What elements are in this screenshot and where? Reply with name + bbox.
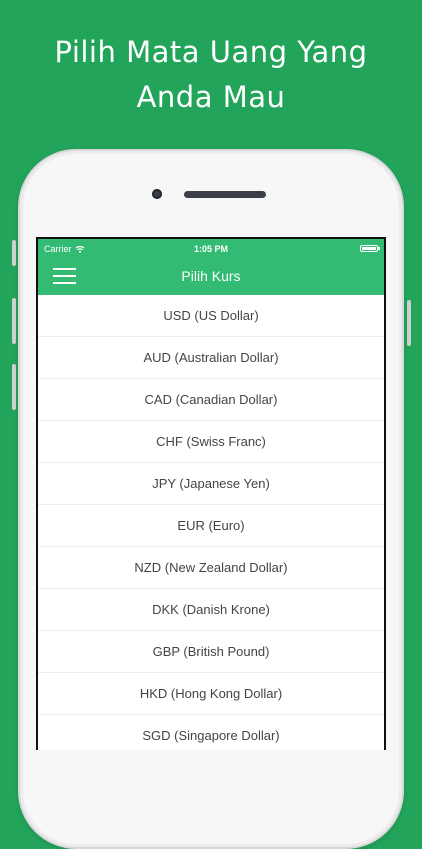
list-item[interactable]: AUD (Australian Dollar) [38, 337, 384, 379]
headline-line-1: Pilih Mata Uang Yang [54, 35, 368, 69]
battery-icon [360, 245, 380, 252]
list-item[interactable]: CAD (Canadian Dollar) [38, 379, 384, 421]
app-screen: Carrier 1:05 PM Pilih Kurs USD (US Dolla… [36, 237, 386, 750]
list-item[interactable]: CHF (Swiss Franc) [38, 421, 384, 463]
promo-headline: Pilih Mata Uang Yang Anda Mau [0, 30, 422, 120]
currency-list: USD (US Dollar) AUD (Australian Dollar) … [38, 295, 384, 750]
list-item[interactable]: JPY (Japanese Yen) [38, 463, 384, 505]
phone-volume-down-button [12, 364, 16, 410]
list-item[interactable]: NZD (New Zealand Dollar) [38, 547, 384, 589]
list-item[interactable]: HKD (Hong Kong Dollar) [38, 673, 384, 715]
list-item[interactable]: GBP (British Pound) [38, 631, 384, 673]
phone-volume-up-button [12, 298, 16, 344]
headline-line-2: Anda Mau [136, 80, 286, 114]
list-item[interactable]: EUR (Euro) [38, 505, 384, 547]
phone-side-button [12, 240, 16, 266]
list-item[interactable]: DKK (Danish Krone) [38, 589, 384, 631]
list-item[interactable]: SGD (Singapore Dollar) [38, 715, 384, 750]
earpiece-speaker [184, 191, 266, 198]
status-bar: Carrier 1:05 PM [38, 239, 384, 259]
list-item[interactable]: USD (US Dollar) [38, 295, 384, 337]
front-camera [152, 189, 162, 199]
nav-bar: Pilih Kurs [38, 259, 384, 295]
status-time: 1:05 PM [193, 244, 228, 254]
phone-power-button [407, 300, 411, 346]
nav-title: Pilih Kurs [181, 268, 241, 284]
